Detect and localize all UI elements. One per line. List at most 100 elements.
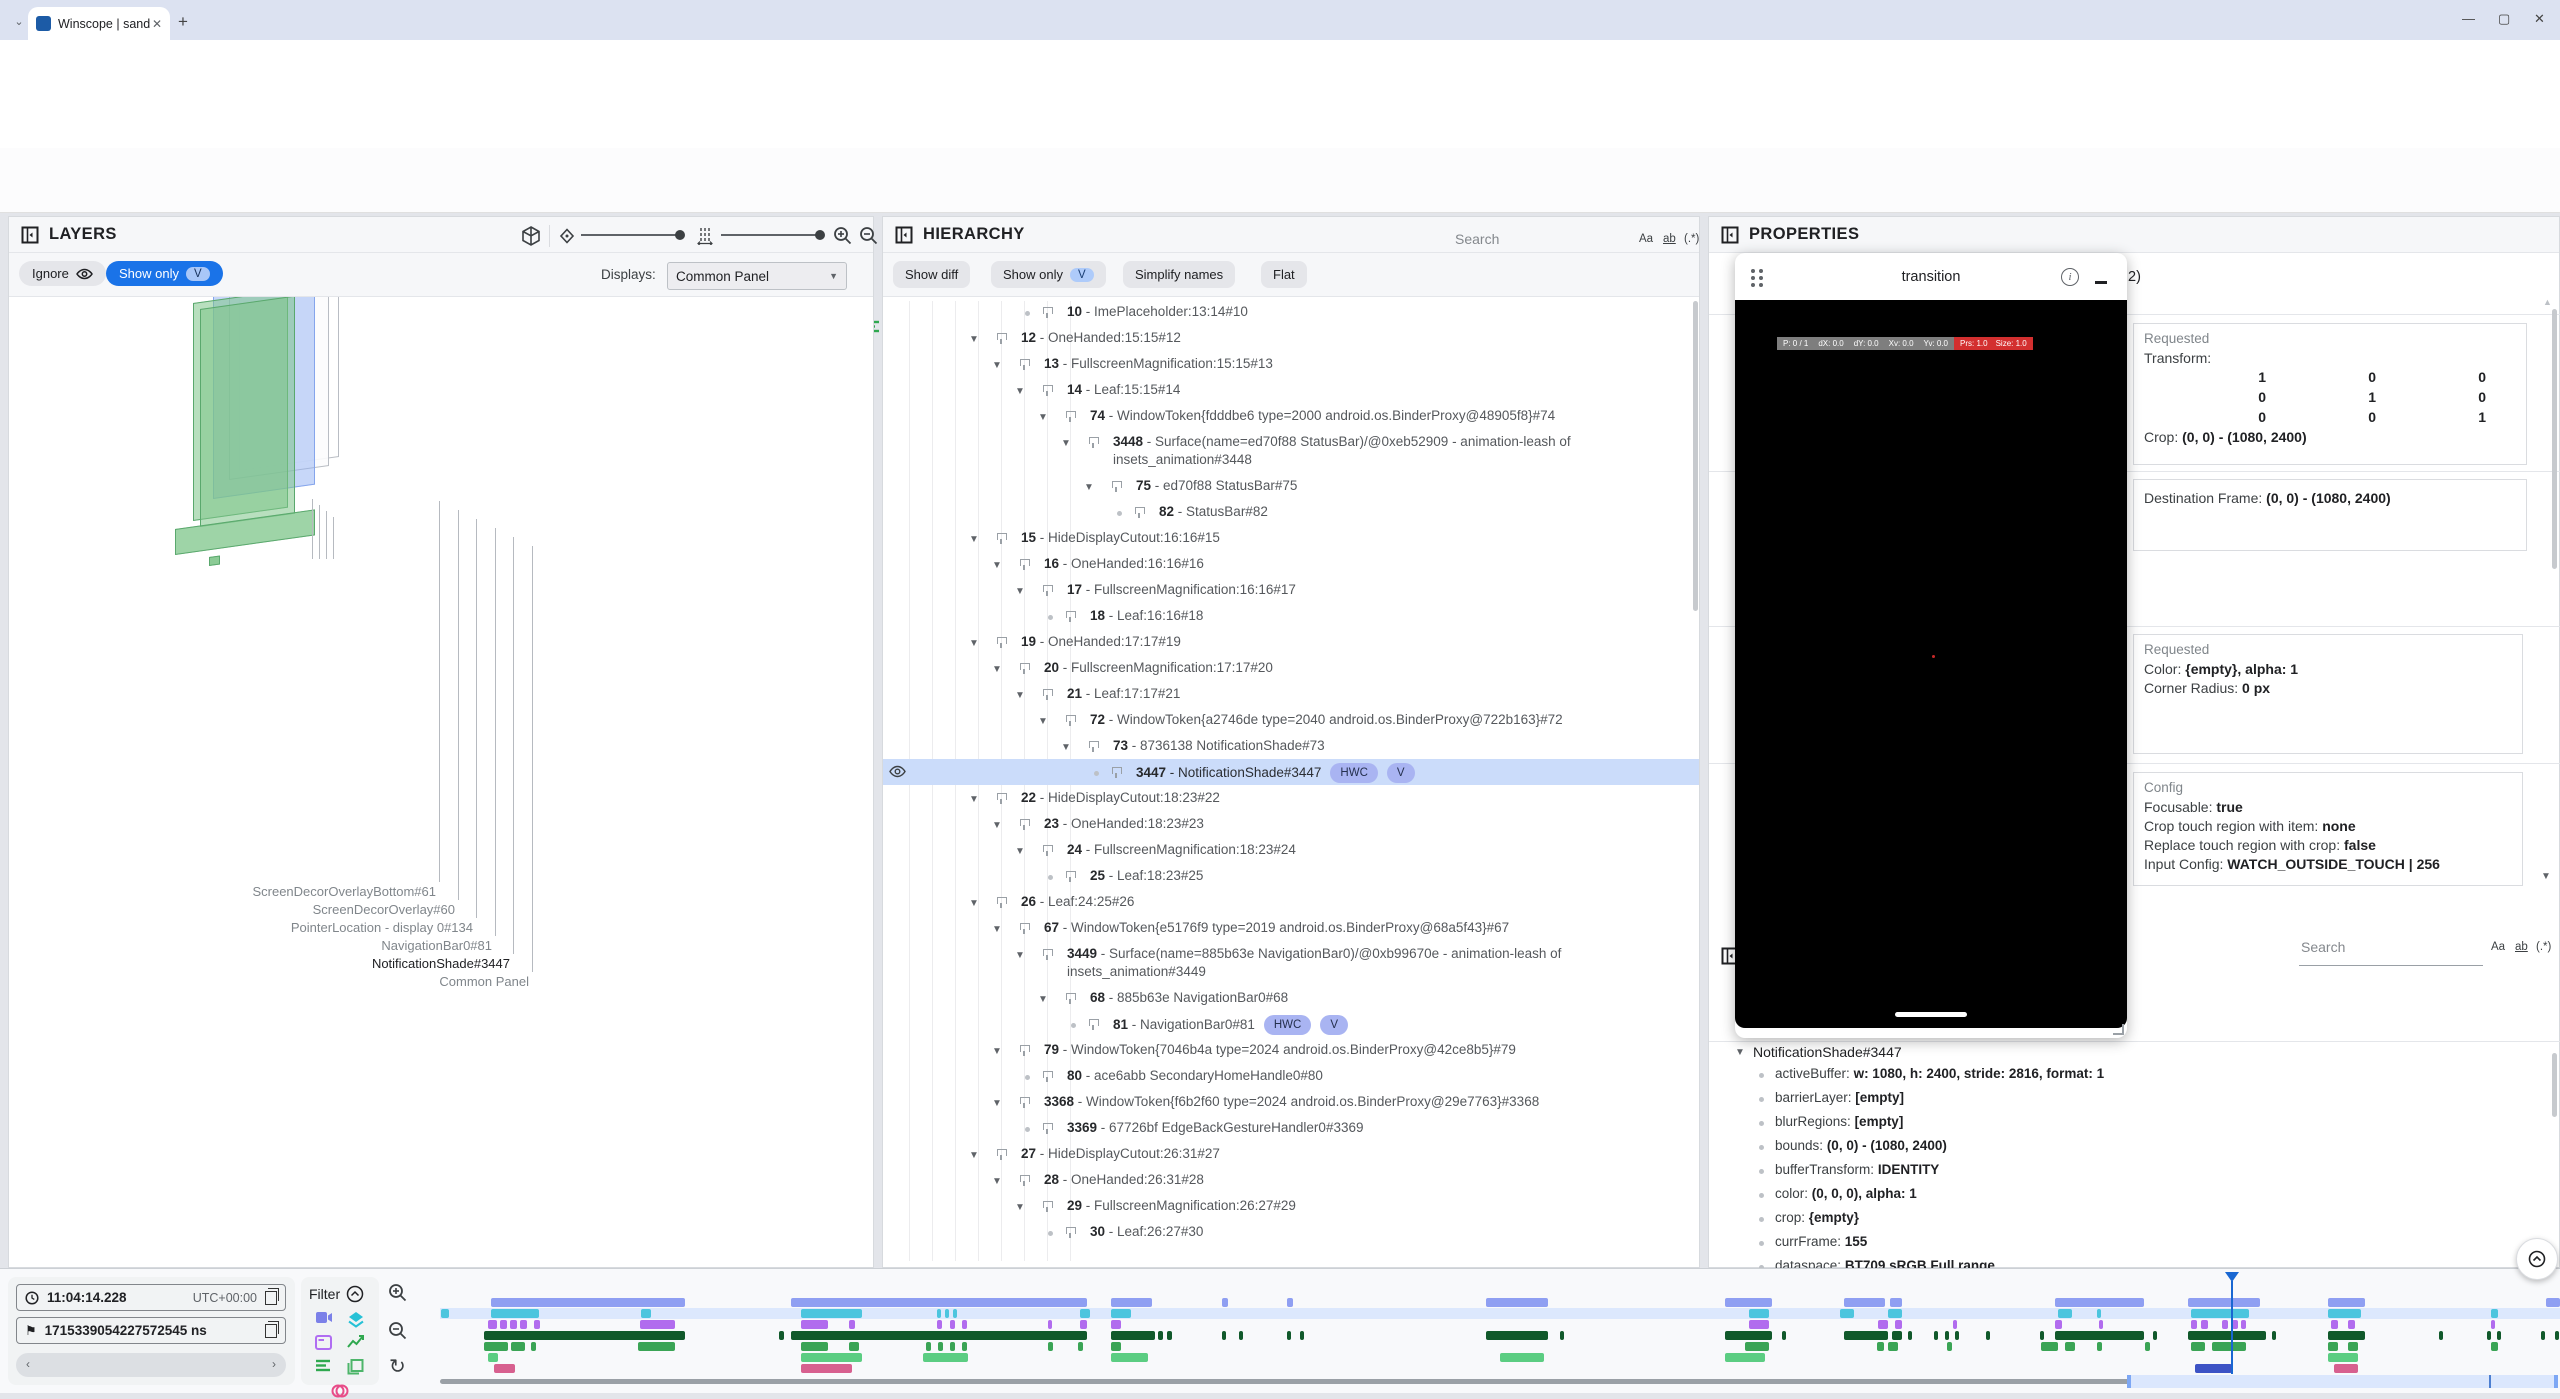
- event-ime[interactable]: [801, 1342, 828, 1351]
- visibility-eye-icon[interactable]: [889, 765, 906, 778]
- event-window-manager[interactable]: [1895, 1320, 1902, 1329]
- tree-node-29[interactable]: ▼29 - FullscreenMagnification:26:27#29: [883, 1193, 1699, 1219]
- tree-node-74[interactable]: ▼74 - WindowToken{fdddbe6 type=2000 andr…: [883, 403, 1699, 429]
- property-row[interactable]: activeBuffer: w: 1080, h: 2400, stride: …: [1775, 1066, 2104, 1081]
- tree-node-30[interactable]: 30 - Leaf:26:27#30: [883, 1219, 1699, 1245]
- expand-collapse-arrow[interactable]: ▼: [1084, 479, 1094, 497]
- event-transactions[interactable]: [1486, 1298, 1548, 1307]
- event-protolog[interactable]: [1158, 1331, 1163, 1340]
- event-transactions[interactable]: [1725, 1298, 1772, 1307]
- expand-collapse-arrow[interactable]: ▼: [969, 791, 979, 809]
- minimize-icon[interactable]: [2095, 281, 2107, 284]
- pin-icon[interactable]: [1112, 767, 1122, 774]
- event-window-manager[interactable]: [950, 1320, 955, 1329]
- pin-icon[interactable]: [1020, 1175, 1030, 1182]
- expand-collapse-arrow[interactable]: ▼: [969, 331, 979, 349]
- tree-node-68[interactable]: ▼68 - 885b63e NavigationBar0#68: [883, 985, 1699, 1011]
- properties-scrollbar[interactable]: [2552, 309, 2557, 569]
- scroll-up-arrow[interactable]: ▲: [2543, 297, 2552, 307]
- pin-icon[interactable]: [997, 637, 1007, 644]
- 3d-view-cube-icon[interactable]: [521, 226, 541, 246]
- event-ime[interactable]: [1111, 1342, 1121, 1351]
- event-window-manager[interactable]: [2191, 1320, 2197, 1329]
- event-ime[interactable]: [2212, 1342, 2246, 1351]
- tree-node-3368[interactable]: ▼3368 - WindowToken{f6b2f60 type=2024 an…: [883, 1089, 1699, 1115]
- tree-node-19[interactable]: ▼19 - OneHanded:17:17#19: [883, 629, 1699, 655]
- expand-collapse-arrow[interactable]: ▼: [969, 531, 979, 549]
- pin-icon[interactable]: [1089, 437, 1099, 444]
- pin-icon[interactable]: [1066, 1227, 1076, 1234]
- event-protolog[interactable]: [2439, 1331, 2443, 1340]
- pin-icon[interactable]: [1020, 359, 1030, 366]
- event-surface-flinger[interactable]: [2491, 1309, 2498, 1318]
- property-row[interactable]: bufferTransform: IDENTITY: [1775, 1162, 1939, 1177]
- scroll-down-arrow[interactable]: ▼: [2541, 871, 2551, 882]
- event-transitions[interactable]: [494, 1364, 515, 1373]
- timeline-zoom-window[interactable]: [2127, 1375, 2558, 1388]
- timeline-cursor-line[interactable]: [2231, 1281, 2233, 1374]
- event-protolog[interactable]: [1300, 1331, 1304, 1340]
- event-protolog[interactable]: [2153, 1331, 2157, 1340]
- expand-collapse-arrow[interactable]: ▼: [1015, 1199, 1025, 1217]
- event-ime[interactable]: [484, 1342, 508, 1351]
- layer-label[interactable]: ScreenDecorOverlay#60: [125, 902, 455, 917]
- event-window-manager[interactable]: [2222, 1320, 2228, 1329]
- tree-node-14[interactable]: ▼14 - Leaf:15:15#14: [883, 377, 1699, 403]
- property-row[interactable]: barrierLayer: [empty]: [1775, 1090, 1904, 1105]
- event-surface-flinger[interactable]: [953, 1309, 957, 1318]
- pin-icon[interactable]: [1066, 611, 1076, 618]
- expand-collapse-arrow[interactable]: ▼: [1061, 739, 1071, 757]
- event-window-manager[interactable]: [2348, 1320, 2355, 1329]
- event-ime[interactable]: [2097, 1342, 2102, 1351]
- event-protolog[interactable]: [1222, 1331, 1226, 1340]
- event-window-manager[interactable]: [2201, 1320, 2208, 1329]
- event-ime[interactable]: [2328, 1342, 2338, 1351]
- tab-search-button[interactable]: ⌄: [8, 10, 30, 32]
- resize-handle[interactable]: [2113, 1024, 2124, 1035]
- pin-icon[interactable]: [1020, 1045, 1030, 1052]
- tree-node-79[interactable]: ▼79 - WindowToken{7046b4a type=2024 andr…: [883, 1037, 1699, 1063]
- pin-icon[interactable]: [1043, 585, 1053, 592]
- expand-collapse-arrow[interactable]: ▼: [969, 1147, 979, 1165]
- event-view-capture[interactable]: [1500, 1353, 1544, 1362]
- event-protolog[interactable]: [2497, 1331, 2501, 1340]
- event-window-manager[interactable]: [2055, 1320, 2062, 1329]
- event-ime[interactable]: [1888, 1342, 1898, 1351]
- tree-node-16[interactable]: ▼16 - OneHanded:16:16#16: [883, 551, 1699, 577]
- property-list-scrollbar[interactable]: [2552, 1053, 2557, 1117]
- event-surface-flinger[interactable]: [641, 1309, 651, 1318]
- pin-icon[interactable]: [997, 533, 1007, 540]
- event-window-manager[interactable]: [1749, 1320, 1769, 1329]
- event-transactions[interactable]: [1222, 1298, 1228, 1307]
- event-ime[interactable]: [1745, 1342, 1769, 1351]
- event-surface-flinger[interactable]: [1111, 1309, 1131, 1318]
- event-protolog[interactable]: [1934, 1331, 1938, 1340]
- event-window-manager[interactable]: [849, 1320, 855, 1329]
- expand-collapse-arrow[interactable]: ▼: [1038, 991, 1048, 1009]
- expand-collapse-arrow[interactable]: ▼: [1015, 383, 1025, 401]
- regex-icon[interactable]: (.*): [2536, 941, 2551, 953]
- timeline-zoom-track[interactable]: [440, 1379, 2130, 1384]
- event-ime[interactable]: [1048, 1342, 1053, 1351]
- properties-search-input[interactable]: Search: [2301, 939, 2345, 955]
- event-protolog[interactable]: [1892, 1331, 1902, 1340]
- event-surface-flinger[interactable]: [801, 1309, 862, 1318]
- event-view-capture[interactable]: [923, 1353, 968, 1362]
- match-word-icon[interactable]: ab: [2515, 941, 2528, 953]
- event-ime[interactable]: [2191, 1342, 2205, 1351]
- layer-label[interactable]: NotificationShade#3447: [180, 956, 510, 971]
- tree-node-24[interactable]: ▼24 - FullscreenMagnification:18:23#24: [883, 837, 1699, 863]
- event-protolog[interactable]: [1725, 1331, 1772, 1340]
- event-surface-flinger[interactable]: [2328, 1309, 2361, 1318]
- event-window-manager[interactable]: [534, 1320, 540, 1329]
- tree-node-15[interactable]: ▼15 - HideDisplayCutout:16:16#15: [883, 525, 1699, 551]
- layer-rect[interactable]: [200, 297, 295, 527]
- layers-3d-canvas[interactable]: ScreenDecorOverlayBottom#61ScreenDecorOv…: [9, 297, 873, 1267]
- new-tab-button[interactable]: +: [178, 12, 188, 32]
- event-protolog[interactable]: [791, 1331, 1087, 1340]
- expand-collapse-arrow[interactable]: ▼: [1061, 435, 1071, 453]
- expand-collapse-arrow[interactable]: ▼: [1038, 713, 1048, 731]
- event-transactions[interactable]: [491, 1298, 685, 1307]
- event-window-manager[interactable]: [2491, 1320, 2495, 1329]
- property-root-node[interactable]: NotificationShade#3447: [1753, 1044, 1902, 1060]
